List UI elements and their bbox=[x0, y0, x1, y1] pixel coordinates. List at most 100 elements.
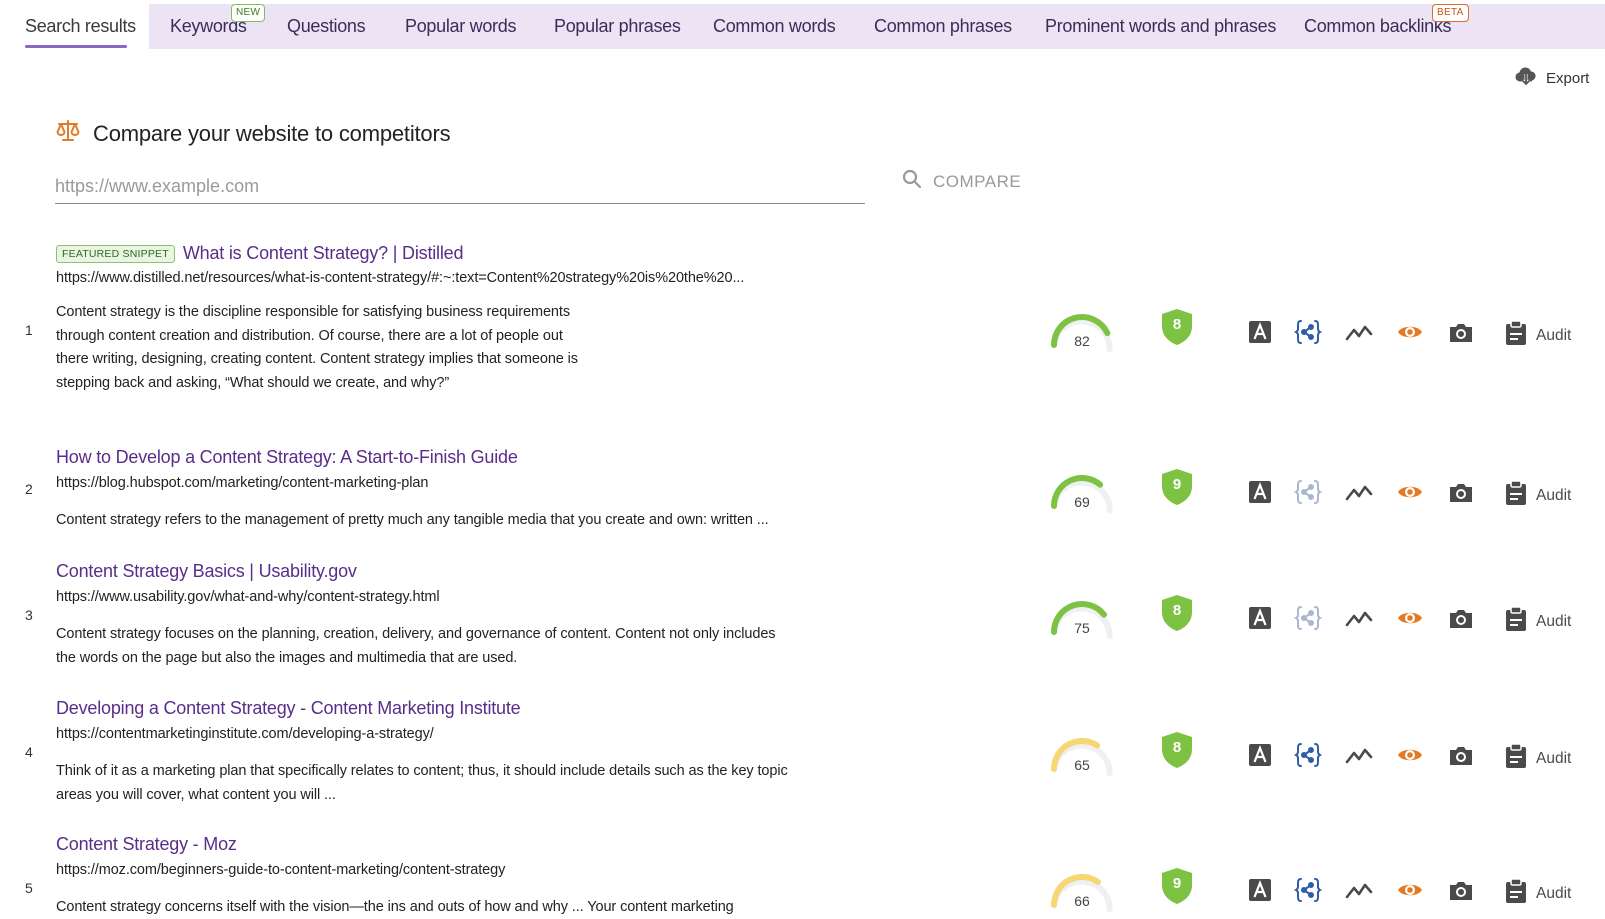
audit-button[interactable]: Audit bbox=[1505, 320, 1571, 351]
active-tab-indicator bbox=[25, 45, 127, 48]
clipboard-icon bbox=[1505, 743, 1527, 774]
result-title-link[interactable]: Content Strategy Basics | Usability.gov bbox=[56, 561, 357, 582]
camera-icon[interactable] bbox=[1447, 876, 1475, 904]
score-value: 66 bbox=[1074, 893, 1090, 909]
eye-icon[interactable] bbox=[1396, 318, 1424, 346]
search-icon bbox=[901, 168, 923, 195]
audit-button[interactable]: Audit bbox=[1505, 743, 1571, 774]
camera-icon[interactable] bbox=[1447, 741, 1475, 769]
font-icon[interactable] bbox=[1246, 604, 1274, 632]
compare-url-input[interactable] bbox=[55, 170, 865, 204]
compare-heading: Compare your website to competitors bbox=[55, 118, 451, 150]
result-rank: 5 bbox=[25, 880, 33, 896]
schema-icon[interactable] bbox=[1294, 478, 1322, 506]
result-title-line: FEATURED SNIPPET What is Content Strateg… bbox=[56, 243, 463, 264]
result-title-link[interactable]: Content Strategy - Moz bbox=[56, 834, 237, 855]
audit-button[interactable]: Audit bbox=[1505, 480, 1571, 511]
result-rank: 2 bbox=[25, 481, 33, 497]
font-icon[interactable] bbox=[1246, 478, 1274, 506]
tab-prominent-words-and-phrases[interactable]: Prominent words and phrases bbox=[1045, 16, 1276, 37]
eye-icon[interactable] bbox=[1396, 604, 1424, 632]
compare-button[interactable]: COMPARE bbox=[901, 168, 1021, 195]
tab-common-phrases[interactable]: Common phrases bbox=[874, 16, 1012, 37]
font-icon[interactable] bbox=[1246, 741, 1274, 769]
eye-icon[interactable] bbox=[1396, 741, 1424, 769]
camera-icon[interactable] bbox=[1447, 478, 1475, 506]
audit-label: Audit bbox=[1536, 884, 1572, 902]
audit-label: Audit bbox=[1536, 612, 1572, 630]
result-title-line: Content Strategy Basics | Usability.gov bbox=[56, 561, 357, 582]
eye-icon[interactable] bbox=[1396, 876, 1424, 904]
tab-bar: Search results Keywords NEW Questions Po… bbox=[0, 0, 1605, 49]
schema-icon[interactable] bbox=[1294, 318, 1322, 346]
clipboard-icon bbox=[1505, 480, 1527, 511]
tab-common-words[interactable]: Common words bbox=[713, 16, 836, 37]
tab-common-backlinks[interactable]: Common backlinks bbox=[1304, 16, 1452, 37]
camera-icon[interactable] bbox=[1447, 604, 1475, 632]
scales-icon bbox=[55, 118, 81, 150]
shield-value: 9 bbox=[1172, 476, 1182, 493]
result-description: Think of it as a marketing plan that spe… bbox=[56, 763, 788, 803]
result-title-link[interactable]: How to Develop a Content Strategy: A Sta… bbox=[56, 447, 518, 468]
schema-icon[interactable] bbox=[1294, 604, 1322, 632]
result-url: https://www.usability.gov/what-and-why/c… bbox=[56, 589, 440, 605]
shield-value: 9 bbox=[1172, 875, 1182, 892]
result-title-link[interactable]: Developing a Content Strategy - Content … bbox=[56, 698, 521, 719]
compare-title: Compare your website to competitors bbox=[93, 121, 451, 146]
compare-button-label: COMPARE bbox=[933, 171, 1022, 191]
audit-label: Audit bbox=[1536, 326, 1572, 344]
schema-icon[interactable] bbox=[1294, 741, 1322, 769]
clipboard-icon bbox=[1505, 320, 1527, 351]
schema-icon[interactable] bbox=[1294, 876, 1322, 904]
beta-badge: BETA bbox=[1432, 4, 1469, 22]
score-gauge: 82 bbox=[1047, 309, 1117, 353]
result-url: https://www.distilled.net/resources/what… bbox=[56, 270, 745, 286]
eye-icon[interactable] bbox=[1396, 478, 1424, 506]
shield-badge: 8 bbox=[1159, 307, 1195, 347]
tab-search-results[interactable]: Search results bbox=[25, 16, 136, 37]
tab-questions[interactable]: Questions bbox=[287, 16, 366, 37]
trend-icon[interactable] bbox=[1345, 741, 1373, 769]
result-description: Content strategy is the discipline respo… bbox=[56, 304, 578, 391]
result-url: https://moz.com/beginners-guide-to-conte… bbox=[56, 862, 506, 878]
audit-button[interactable]: Audit bbox=[1505, 878, 1571, 909]
trend-icon[interactable] bbox=[1345, 318, 1373, 346]
score-gauge: 66 bbox=[1047, 869, 1117, 913]
new-badge: NEW bbox=[231, 4, 266, 22]
shield-badge: 9 bbox=[1159, 467, 1195, 507]
shield-value: 8 bbox=[1172, 316, 1182, 333]
result-rank: 4 bbox=[25, 744, 33, 760]
trend-icon[interactable] bbox=[1345, 604, 1373, 632]
shield-value: 8 bbox=[1172, 602, 1182, 619]
font-icon[interactable] bbox=[1246, 876, 1274, 904]
audit-button[interactable]: Audit bbox=[1505, 606, 1571, 637]
clipboard-icon bbox=[1505, 878, 1527, 909]
shield-badge: 9 bbox=[1159, 866, 1195, 906]
result-description: Content strategy focuses on the planning… bbox=[56, 626, 776, 666]
cloud-download-icon bbox=[1514, 64, 1538, 92]
export-button[interactable]: Export bbox=[1514, 64, 1589, 92]
trend-icon[interactable] bbox=[1345, 478, 1373, 506]
camera-icon[interactable] bbox=[1447, 318, 1475, 346]
clipboard-icon bbox=[1505, 606, 1527, 637]
shield-badge: 8 bbox=[1159, 593, 1195, 633]
result-rank: 1 bbox=[25, 322, 33, 338]
result-rank: 3 bbox=[25, 607, 33, 623]
score-gauge: 75 bbox=[1047, 596, 1117, 640]
shield-badge: 8 bbox=[1159, 730, 1195, 770]
shield-value: 8 bbox=[1172, 739, 1182, 756]
result-title-link[interactable]: What is Content Strategy? | Distilled bbox=[183, 243, 464, 264]
result-title-line: Content Strategy - Moz bbox=[56, 834, 237, 855]
export-label: Export bbox=[1546, 69, 1590, 87]
score-value: 75 bbox=[1074, 620, 1090, 636]
audit-label: Audit bbox=[1536, 486, 1572, 504]
trend-icon[interactable] bbox=[1345, 876, 1373, 904]
result-title-line: Developing a Content Strategy - Content … bbox=[56, 698, 521, 719]
font-icon[interactable] bbox=[1246, 318, 1274, 346]
result-description: Content strategy refers to the managemen… bbox=[56, 512, 769, 528]
tab-popular-words[interactable]: Popular words bbox=[405, 16, 516, 37]
featured-snippet-badge: FEATURED SNIPPET bbox=[56, 244, 175, 263]
result-title-line: How to Develop a Content Strategy: A Sta… bbox=[56, 447, 518, 468]
tab-popular-phrases[interactable]: Popular phrases bbox=[554, 16, 681, 37]
score-gauge: 69 bbox=[1047, 470, 1117, 514]
